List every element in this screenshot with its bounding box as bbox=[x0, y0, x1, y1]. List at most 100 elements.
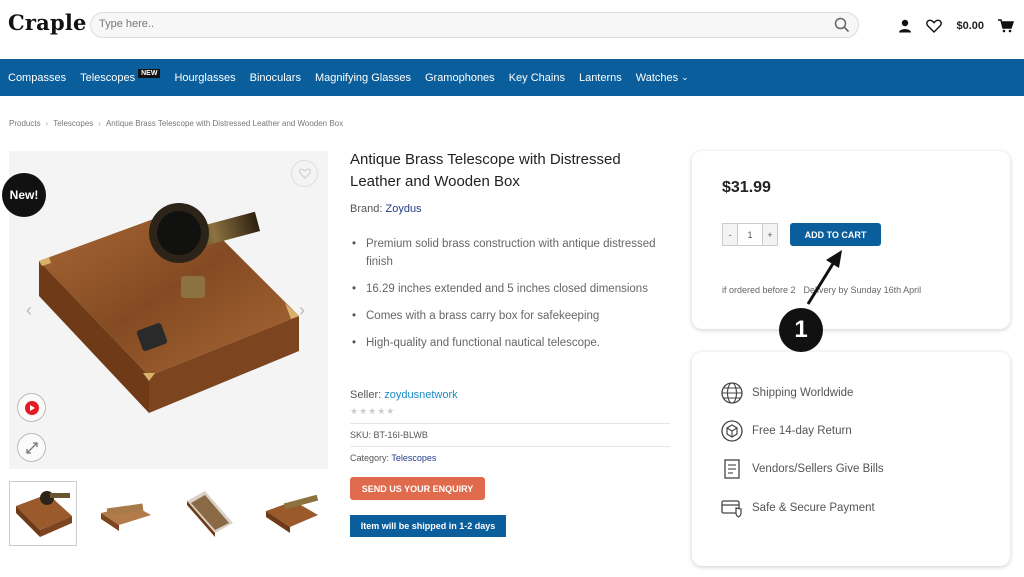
send-enquiry-button[interactable]: SEND US YOUR ENQUIRY bbox=[350, 477, 485, 500]
feature-item: High-quality and functional nautical tel… bbox=[352, 334, 672, 352]
header-actions: $0.00 bbox=[898, 16, 1014, 36]
category-link[interactable]: Telescopes bbox=[391, 453, 436, 463]
category-line: Category: Telescopes bbox=[350, 453, 436, 463]
telescope-box-illustration bbox=[39, 203, 299, 413]
search-bar bbox=[90, 12, 859, 38]
gallery-next-arrow[interactable]: › bbox=[299, 300, 305, 321]
nav-label: Hourglasses bbox=[174, 71, 236, 84]
benefit-row: Shipping Worldwide bbox=[720, 381, 853, 405]
secure-card-icon bbox=[721, 500, 742, 518]
expand-icon bbox=[25, 441, 38, 454]
play-icon bbox=[24, 400, 39, 415]
invoice-icon bbox=[724, 459, 740, 479]
return-box-icon bbox=[721, 420, 743, 442]
nav-label: Lanterns bbox=[578, 71, 622, 84]
divider bbox=[350, 446, 670, 447]
globe-icon bbox=[721, 382, 743, 404]
cart-icon[interactable] bbox=[998, 19, 1014, 33]
nav-item-gramophones[interactable]: Gramophones bbox=[425, 72, 495, 84]
thumbnail-image bbox=[266, 494, 319, 533]
qty-input[interactable]: 1 bbox=[737, 224, 763, 245]
benefit-label: Free 14-day Return bbox=[752, 425, 852, 437]
brand-label: Brand: bbox=[350, 203, 383, 215]
sku-label: SKU: bbox=[350, 430, 372, 440]
nav-label: Binoculars bbox=[249, 71, 301, 84]
breadcrumb-link-telescopes[interactable]: Telescopes bbox=[53, 119, 93, 128]
breadcrumb: Products › Telescopes › Antique Brass Te… bbox=[9, 119, 343, 128]
feature-item: Premium solid brass construction with an… bbox=[352, 235, 672, 271]
expand-image-button[interactable] bbox=[17, 433, 46, 462]
nav-label: Watches bbox=[635, 71, 679, 84]
benefit-label: Safe & Secure Payment bbox=[752, 502, 875, 514]
breadcrumb-separator: › bbox=[98, 119, 101, 128]
chevron-down-icon: ⌄ bbox=[681, 72, 689, 82]
annotation-step-marker: 1 bbox=[779, 308, 823, 352]
benefit-row: Safe & Secure Payment bbox=[720, 496, 875, 520]
gallery-thumbnail[interactable] bbox=[93, 481, 161, 546]
sku-value: BT-16I-BLWB bbox=[373, 430, 428, 440]
delivery-text-right: Delivery by Sunday 16th April bbox=[803, 285, 922, 295]
qty-plus-button[interactable]: + bbox=[763, 224, 777, 245]
feature-list: Premium solid brass construction with an… bbox=[352, 235, 672, 361]
nav-label: Key Chains bbox=[508, 71, 565, 84]
main-nav: Compasses Telescopes NEW Hourglasses Bino… bbox=[0, 59, 1024, 96]
heart-icon[interactable] bbox=[926, 19, 943, 33]
breadcrumb-link-products[interactable]: Products bbox=[9, 119, 41, 128]
account-icon[interactable] bbox=[898, 19, 912, 33]
quantity-stepper: - 1 + bbox=[722, 223, 778, 246]
gallery-thumbnail[interactable] bbox=[177, 481, 245, 546]
benefit-label: Shipping Worldwide bbox=[752, 387, 854, 399]
sku-line: SKU: BT-16I-BLWB bbox=[350, 430, 428, 440]
divider bbox=[350, 423, 670, 424]
site-logo[interactable]: Craple bbox=[8, 10, 87, 35]
new-badge: New! bbox=[2, 173, 46, 217]
delivery-text-left: if ordered before 2 bbox=[722, 285, 796, 295]
feature-item: Comes with a brass carry box for safekee… bbox=[352, 307, 672, 325]
wishlist-button[interactable] bbox=[291, 160, 318, 187]
shipping-time-tag: Item will be shipped in 1-2 days bbox=[350, 515, 506, 537]
brand-link[interactable]: Zoydus bbox=[385, 203, 421, 215]
seller-line: Seller: zoydusnetwork bbox=[350, 389, 458, 401]
nav-item-telescopes[interactable]: Telescopes NEW bbox=[80, 69, 161, 84]
site-header: Craple $0.00 bbox=[0, 0, 1024, 52]
nav-label: Telescopes bbox=[80, 71, 136, 84]
nav-item-key-chains[interactable]: Key Chains bbox=[509, 72, 565, 84]
product-price: $31.99 bbox=[722, 179, 771, 196]
qty-minus-button[interactable]: - bbox=[723, 224, 737, 245]
benefit-label: Vendors/Sellers Give Bills bbox=[752, 463, 884, 475]
nav-label: Gramophones bbox=[424, 71, 495, 84]
benefit-row: Vendors/Sellers Give Bills bbox=[720, 457, 884, 481]
gallery-thumbnail[interactable] bbox=[260, 481, 328, 546]
purchase-box: $31.99 - 1 + ADD TO CART if ordered befo… bbox=[692, 151, 1010, 329]
feature-item: 16.29 inches extended and 5 inches close… bbox=[352, 280, 672, 298]
thumbnail-image bbox=[16, 491, 72, 537]
nav-item-hourglasses[interactable]: Hourglasses bbox=[174, 72, 235, 84]
search-icon[interactable] bbox=[834, 17, 850, 33]
cart-total[interactable]: $0.00 bbox=[956, 20, 984, 32]
seller-label: Seller: bbox=[350, 389, 382, 401]
benefits-box: Shipping Worldwide Free 14-day Return Ve… bbox=[692, 352, 1010, 566]
brand-line: Brand: Zoydus bbox=[350, 203, 422, 215]
nav-item-compasses[interactable]: Compasses bbox=[8, 72, 66, 84]
nav-item-binoculars[interactable]: Binoculars bbox=[250, 72, 301, 84]
nav-item-magnifying-glasses[interactable]: Magnifying Glasses bbox=[315, 72, 411, 84]
gallery-prev-arrow[interactable]: ‹ bbox=[26, 300, 32, 321]
breadcrumb-current: Antique Brass Telescope with Distressed … bbox=[105, 119, 344, 128]
seller-link[interactable]: zoydusnetwork bbox=[384, 389, 457, 401]
nav-item-watches[interactable]: Watches ⌄ bbox=[636, 72, 689, 84]
category-label: Category: bbox=[350, 453, 390, 463]
rating-stars: ★★★★★ bbox=[350, 406, 396, 416]
search-input[interactable] bbox=[99, 18, 799, 30]
gallery-thumbnail[interactable] bbox=[9, 481, 77, 546]
thumbnail-image bbox=[187, 491, 233, 537]
heart-icon bbox=[298, 168, 311, 179]
add-to-cart-button[interactable]: ADD TO CART bbox=[790, 223, 881, 246]
product-main-image[interactable] bbox=[9, 151, 328, 469]
nav-label: Magnifying Glasses bbox=[314, 71, 411, 84]
breadcrumb-separator: › bbox=[45, 119, 49, 128]
product-title: Antique Brass Telescope with Distressed … bbox=[350, 151, 621, 190]
nav-item-lanterns[interactable]: Lanterns bbox=[579, 72, 622, 84]
new-badge: NEW bbox=[138, 69, 161, 78]
benefit-row: Free 14-day Return bbox=[720, 419, 852, 443]
play-video-button[interactable] bbox=[17, 393, 46, 422]
